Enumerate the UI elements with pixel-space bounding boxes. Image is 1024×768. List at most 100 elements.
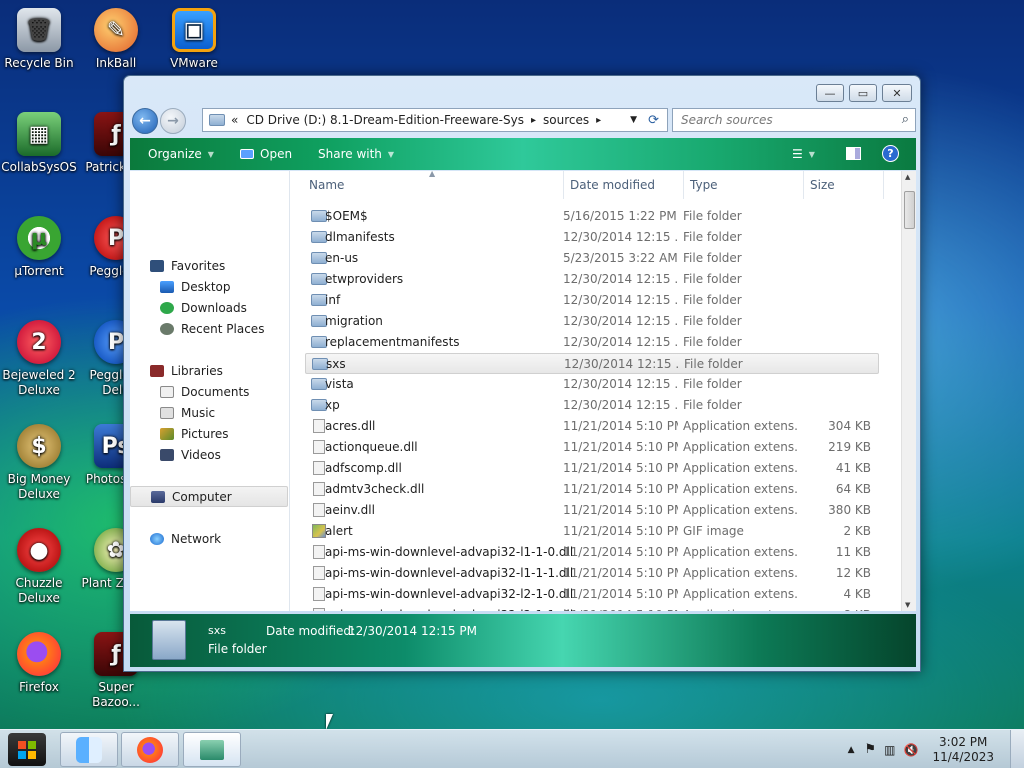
taskbar-finder[interactable] (60, 732, 118, 767)
close-button[interactable]: ✕ (882, 84, 912, 102)
folder-row[interactable]: vista 12/30/2014 12:15 ... File folder (305, 374, 879, 395)
minimize-button[interactable]: — (816, 84, 844, 102)
nav-music[interactable]: Music (130, 402, 288, 423)
nav-documents[interactable]: Documents (130, 381, 288, 402)
desktop-icon-recycle-bin[interactable]: 🗑 Recycle Bin (0, 8, 78, 71)
column-header-date[interactable]: Date modified (564, 171, 684, 199)
folder-row[interactable]: sxs 12/30/2014 12:15 ... File folder (305, 353, 879, 374)
dll-file-icon (313, 419, 325, 433)
column-label: Type (690, 178, 718, 192)
file-row[interactable]: alert 11/21/2014 5:10 PM GIF image 2 KB (305, 521, 879, 542)
file-type: File folder (683, 377, 742, 391)
vmware-icon: ▣ (172, 8, 216, 52)
desktop-icon-utorrent[interactable]: µ µTorrent (0, 216, 78, 279)
nav-pictures[interactable]: Pictures (130, 423, 288, 444)
nav-downloads[interactable]: Downloads (130, 297, 288, 318)
network-icon[interactable]: ▥ (884, 743, 895, 757)
nav-computer[interactable]: Computer (130, 486, 288, 507)
action-center-flag-icon[interactable]: ⚑ (865, 742, 877, 757)
file-name: api-ms-win-downlevel-advapi32-l2-1-0.dll (325, 587, 574, 601)
scroll-down-arrow[interactable]: ▼ (905, 601, 910, 609)
file-row[interactable]: admtv3check.dll 11/21/2014 5:10 PM Applica… (305, 479, 879, 500)
vertical-scrollbar[interactable]: ▲ ▼ (901, 171, 916, 611)
desktop-icon-label: VMware (170, 56, 218, 70)
file-name: acres.dll (325, 419, 376, 433)
show-hidden-icons-icon[interactable]: ▲ (848, 745, 855, 755)
file-row[interactable]: api-ms-win-downlevel-advapi32-l2-1-0.dll… (305, 584, 879, 605)
file-date: 5/16/2015 1:22 PM (563, 209, 677, 223)
folder-row[interactable]: $OEM$ 5/16/2015 1:22 PM File folder (305, 206, 879, 227)
file-name: sxs (326, 357, 346, 371)
organize-button[interactable]: Organize ▼ (148, 147, 214, 161)
money-bag-icon: $ (17, 424, 61, 468)
breadcrumb-separator[interactable]: ▸ (596, 115, 601, 126)
nav-videos[interactable]: Videos (130, 444, 288, 465)
search-icon[interactable]: ⌕ (902, 112, 909, 127)
column-header-name[interactable]: Name ▲ (303, 171, 564, 199)
desktop-icon-collabsysos[interactable]: ▦ CollabSysOS (0, 112, 78, 175)
search-input[interactable]: Search sources ⌕ (672, 108, 916, 132)
file-row[interactable]: api-ms-win-downlevel-advapi32-l1-1-0.dll… (305, 542, 879, 563)
start-button[interactable] (8, 733, 46, 766)
nav-libraries[interactable]: Libraries (130, 360, 288, 381)
breadcrumb-overflow[interactable]: « (231, 113, 238, 127)
desktop-icon-inkball[interactable]: ✎ InkBall (77, 8, 155, 71)
scroll-up-arrow[interactable]: ▲ (905, 173, 910, 181)
address-bar[interactable]: « CD Drive (D:) 8.1-Dream-Edition-Freewa… (202, 108, 668, 132)
file-row[interactable]: api-ms-win-downlevel-advapi32-l1-1-1.dll… (305, 563, 879, 584)
content-area: Favorites Desktop Downloads Recent Place… (130, 171, 916, 611)
desktop-icon-big-money[interactable]: $ Big Money Deluxe (0, 424, 78, 502)
file-row[interactable]: aeinv.dll 11/21/2014 5:10 PM Application e… (305, 500, 879, 521)
file-row[interactable]: actionqueue.dll 11/21/2014 5:10 PM Applica… (305, 437, 879, 458)
file-row[interactable]: api-ms-win-downlevel-advapi32-l2-1-1.dll… (305, 605, 879, 611)
file-type: Application extens... (683, 545, 798, 559)
show-desktop-button[interactable] (1010, 730, 1024, 768)
file-name: xp (325, 398, 340, 412)
explorer-window: — ▭ ✕ ← → « CD Drive (D:) 8.1-Dream-Edit… (123, 75, 921, 672)
column-header-type[interactable]: Type (684, 171, 804, 199)
taskbar-explorer[interactable] (183, 732, 241, 767)
desktop-icon-firefox[interactable]: Firefox (0, 632, 78, 695)
view-options-button[interactable]: ☰ ▼ (792, 147, 815, 161)
desktop-icon-vmware[interactable]: ▣ VMware (155, 8, 233, 71)
folder-row[interactable]: replacementmanifests 12/30/2014 12:15 ...… (305, 332, 879, 353)
open-icon (240, 149, 254, 159)
taskbar-firefox[interactable] (121, 732, 179, 767)
preview-pane-button[interactable] (846, 147, 861, 160)
forward-button[interactable]: → (160, 108, 186, 134)
clock[interactable]: 3:02 PM 11/4/2023 (932, 735, 994, 765)
folder-row[interactable]: inf 12/30/2014 12:15 ... File folder (305, 290, 879, 311)
file-row[interactable]: adfscomp.dll 11/21/2014 5:10 PM Applicatio… (305, 458, 879, 479)
desktop-icon-chuzzle[interactable]: ● Chuzzle Deluxe (0, 528, 78, 606)
volume-muted-icon[interactable]: 🔇 (904, 743, 919, 757)
column-header-size[interactable]: Size (804, 171, 884, 199)
open-button[interactable]: Open (240, 147, 292, 161)
desktop-icon-label: Recycle Bin (4, 56, 74, 70)
file-row[interactable]: acres.dll 11/21/2014 5:10 PM Application e… (305, 416, 879, 437)
collabsysos-icon: ▦ (17, 112, 61, 156)
nav-network[interactable]: Network (130, 528, 288, 549)
breadcrumb-separator[interactable]: ▸ (531, 115, 536, 126)
breadcrumb-drive[interactable]: CD Drive (D:) 8.1-Dream-Edition-Freeware… (246, 113, 524, 127)
file-name: dlmanifests (325, 230, 395, 244)
folder-row[interactable]: migration 12/30/2014 12:15 ... File folder (305, 311, 879, 332)
maximize-button[interactable]: ▭ (849, 84, 877, 102)
help-button[interactable]: ? (882, 145, 899, 162)
folder-row[interactable]: etwproviders 12/30/2014 12:15 ... File fol… (305, 269, 879, 290)
desktop-icon-bejeweled[interactable]: 2 Bejeweled 2 Deluxe (0, 320, 78, 398)
folder-row[interactable]: dlmanifests 12/30/2014 12:15 ... File fold… (305, 227, 879, 248)
clock-time: 3:02 PM (939, 734, 988, 749)
folder-row[interactable]: xp 12/30/2014 12:15 ... File folder (305, 395, 879, 416)
nav-recent-places[interactable]: Recent Places (130, 318, 288, 339)
nav-favorites[interactable]: Favorites (130, 255, 288, 276)
organize-label: Organize (148, 147, 202, 161)
inkball-icon: ✎ (94, 8, 138, 52)
breadcrumb-sources[interactable]: sources (543, 113, 589, 127)
back-button[interactable]: ← (132, 108, 158, 134)
folder-row[interactable]: en-us 5/23/2015 3:22 AM File folder (305, 248, 879, 269)
share-with-button[interactable]: Share with ▼ (318, 147, 394, 161)
refresh-icon[interactable]: ⟳ (648, 113, 659, 128)
nav-desktop[interactable]: Desktop (130, 276, 288, 297)
scroll-thumb[interactable] (904, 191, 915, 229)
chevron-down-icon[interactable]: ▼ (630, 115, 637, 125)
